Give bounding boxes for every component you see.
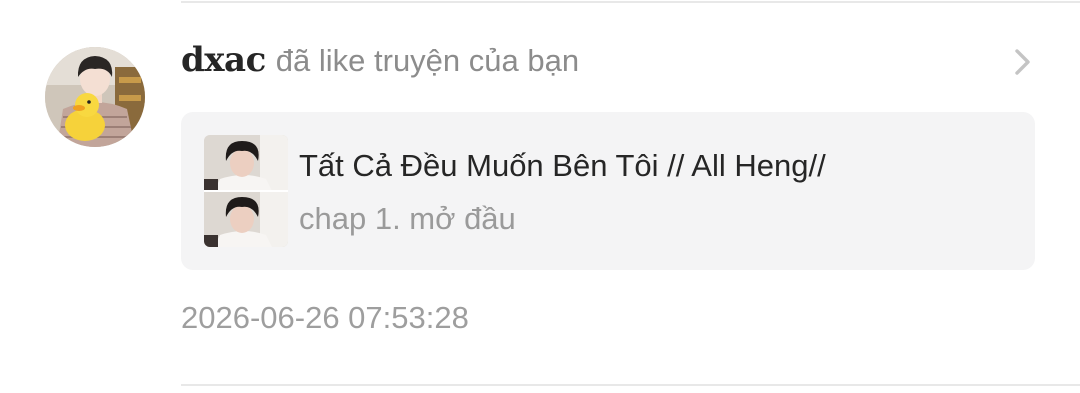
username[interactable]: dxac: [181, 40, 266, 80]
user-avatar[interactable]: [45, 47, 145, 147]
story-cover-image: [204, 135, 288, 247]
notification-headline: dxac đã like truyện của bạn: [181, 40, 579, 90]
chevron-right-icon[interactable]: [1010, 46, 1036, 78]
top-divider: [181, 1, 1080, 3]
story-card[interactable]: Tất Cả Đều Muốn Bên Tôi // All Heng// ch…: [181, 112, 1035, 270]
notification-action-text: đã like truyện của bạn: [275, 43, 580, 78]
story-chapter: chap 1. mở đầu: [299, 201, 516, 236]
bottom-divider: [181, 384, 1080, 386]
story-title: Tất Cả Đều Muốn Bên Tôi // All Heng//: [299, 148, 826, 183]
notification-timestamp: 2026-06-26 07:53:28: [181, 300, 469, 335]
